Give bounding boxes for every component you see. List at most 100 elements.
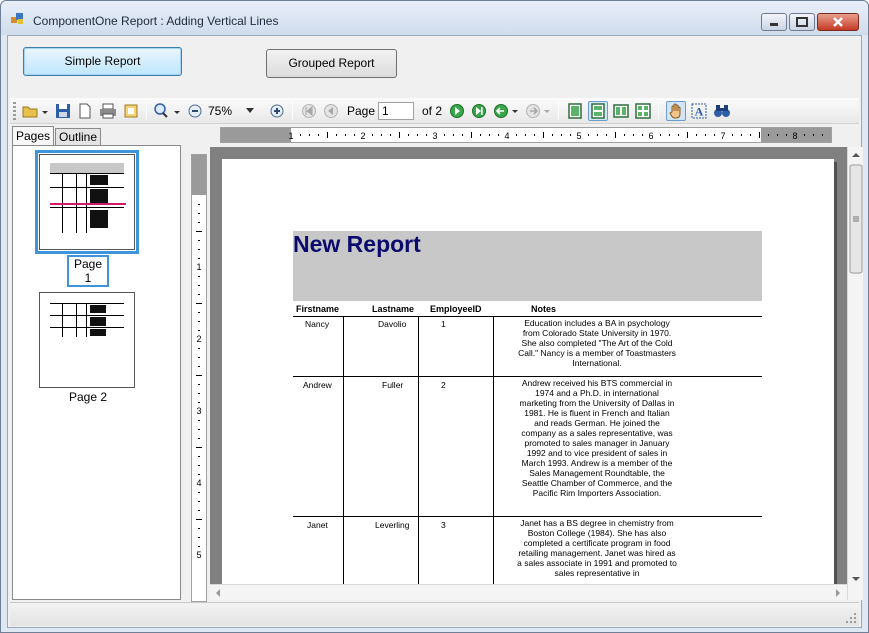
chevron-down-icon [246,108,255,113]
thumbnail-label: Page 1 [67,255,109,287]
single-page-icon [568,103,582,119]
ruler-tick [198,537,200,538]
app-icon [11,13,23,24]
cell-notes: Andrew received his BTS commercial in 19… [519,378,675,498]
ruler-tick [198,474,200,475]
zoom-out-button[interactable] [186,101,204,121]
ruler-label: 1 [196,262,201,272]
two-pages-icon [613,104,629,118]
tab-pages[interactable]: Pages [12,126,54,146]
ruler-tick [633,134,634,136]
open-folder-icon [22,106,48,118]
resize-grip-icon[interactable] [845,612,857,624]
single-page-view-button[interactable] [566,101,584,121]
column-header-lastname: Lastname [372,304,415,314]
svg-text:A: A [695,105,704,119]
continuous-view-button[interactable] [588,101,608,121]
four-pages-icon [635,103,651,119]
ruler-tick [615,132,616,138]
vertical-ruler-scale: 1 2 3 4 5 [192,155,206,560]
two-pages-view-button[interactable] [612,101,630,121]
ruler-tick [741,134,742,136]
report-preview-area[interactable]: New Report Firstname Lastname EmployeeID… [210,147,847,600]
toolbar-grip[interactable] [13,102,16,120]
zoom-tool-button[interactable] [152,101,182,121]
thumbnail-page-1[interactable] [35,150,139,254]
ruler-tick [660,134,661,136]
four-pages-view-button[interactable] [634,101,652,121]
page-setup-button[interactable] [76,101,94,121]
horizontal-scrollbar[interactable] [210,584,847,600]
thumbnail-preview [50,163,126,233]
printer-icon [100,103,116,119]
save-icon [56,104,70,118]
ruler-tick [687,132,688,138]
ruler-tick [198,213,200,214]
toolbar-separator [558,102,559,120]
thumbnail-preview [50,303,124,337]
column-divider [343,316,344,600]
ruler-tick [309,134,310,136]
grouped-report-button[interactable]: Grouped Report [266,49,397,78]
ruler-tick [768,134,769,136]
first-page-button[interactable] [300,101,318,121]
ruler-tick [696,134,697,136]
page-label: Page [346,104,376,118]
text-select-button[interactable]: A [690,101,708,121]
simple-report-button[interactable]: Simple Report [23,47,182,76]
export-button[interactable] [122,101,140,121]
save-button[interactable] [54,101,72,121]
close-button[interactable] [817,13,859,31]
zoom-in-button[interactable] [268,101,286,121]
ruler-tick [444,134,445,136]
ruler-tick [489,134,490,136]
previous-page-button[interactable] [322,101,340,121]
ruler-tick [822,134,823,136]
history-forward-button[interactable] [524,101,554,121]
column-divider [493,316,494,600]
find-button[interactable] [712,101,732,121]
horizontal-scrollbar-graphics [216,589,840,597]
ruler-tick [198,330,200,331]
ruler-label: 4 [504,131,509,141]
column-divider [418,316,419,600]
ruler-tick [480,134,481,136]
window-title: ComponentOne Report : Adding Vertical Li… [33,14,279,28]
ruler-tick [198,249,200,250]
ruler-tick [198,294,200,295]
maximize-icon [796,17,808,27]
ruler-tick [381,134,382,136]
zoom-combo[interactable]: 75% [208,101,256,121]
ruler-tick [786,134,787,136]
title-bar[interactable]: ComponentOne Report : Adding Vertical Li… [1,1,868,35]
ruler-label: 2 [360,131,365,141]
page-number-input[interactable]: 1 [378,102,414,120]
ruler-tick [198,465,200,466]
tab-outline[interactable]: Outline [55,128,101,146]
zoom-in-icon [270,104,284,118]
history-back-button[interactable] [492,101,522,121]
minimize-button[interactable] [761,13,787,31]
hand-tool-button[interactable] [666,101,686,121]
cell-employeeid: 2 [441,380,446,390]
last-page-button[interactable] [470,101,488,121]
vertical-scrollbar[interactable] [847,147,863,600]
ruler-label: 6 [648,131,653,141]
preview-toolbar: 75% Page 1 of 2 A [10,98,859,124]
ruler-tick [198,276,200,277]
print-button[interactable] [98,101,118,121]
thumbnail-page-2[interactable] [39,292,135,388]
maximize-button[interactable] [789,13,815,31]
next-page-button[interactable] [448,101,466,121]
report-header-band: New Report [293,231,762,301]
ruler-tick [732,134,733,136]
open-button[interactable] [20,101,50,121]
vertical-ruler: 1 2 3 4 5 [191,154,207,602]
cell-lastname: Leverling [375,520,410,530]
client-area: Simple Report Grouped Report 75% Page 1 … [7,35,863,628]
ruler-tick [561,134,562,136]
ruler-tick [462,134,463,136]
ruler-tick [417,134,418,136]
ruler-tick [198,321,200,322]
ruler-label: 5 [196,550,201,560]
